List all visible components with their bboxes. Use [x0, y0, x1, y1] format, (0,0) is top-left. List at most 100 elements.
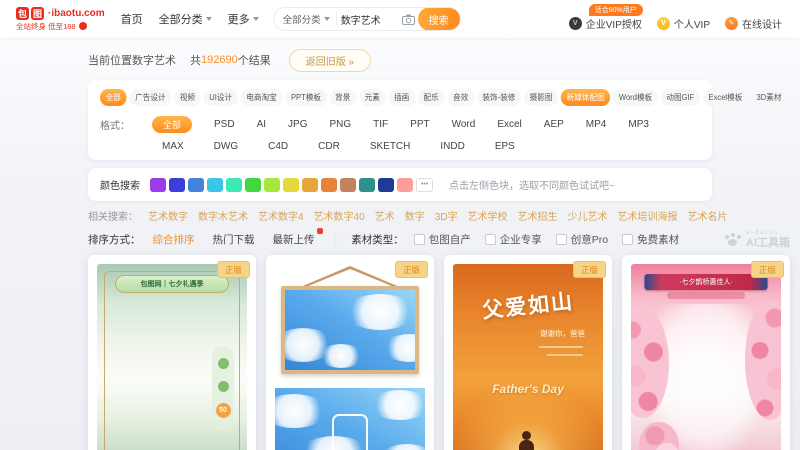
breadcrumb-location: 当前位置	[88, 52, 132, 68]
tab-ui-design[interactable]: UI设计	[204, 89, 238, 106]
result-card-qixi-pink[interactable]: 正版 ·七夕鹊桥惠佳人· 20 七夕店庆特惠	[622, 255, 790, 450]
poster-thumbnail	[275, 264, 425, 450]
related-link[interactable]: 艺术数字	[148, 208, 188, 223]
enterprise-vip-link[interactable]: V 企业VIP授权	[569, 16, 642, 31]
tab-background[interactable]: 背景	[329, 89, 356, 106]
related-link[interactable]: 数字	[405, 208, 425, 223]
format-psd[interactable]: PSD	[214, 119, 235, 130]
tab-elements[interactable]: 元素	[359, 89, 386, 106]
related-link[interactable]: 艺术招生	[517, 208, 557, 223]
result-card-qixi-green[interactable]: 正版 包图网｜七夕礼遇季 50	[88, 255, 256, 450]
tab-new-media[interactable]: 新媒体配图	[561, 89, 610, 106]
format-excel[interactable]: Excel	[497, 119, 521, 130]
tab-ecommerce[interactable]: 电商淘宝	[241, 89, 283, 106]
checkbox-icon	[556, 234, 567, 245]
sort-popular[interactable]: 热门下载	[213, 232, 255, 247]
tab-3d[interactable]: 3D素材	[751, 89, 787, 106]
sort-newest[interactable]: 最新上传	[273, 232, 315, 247]
color-swatch-lime[interactable]	[264, 178, 280, 192]
site-logo[interactable]: 包 图 ·ibaotu.com 全站终身 低至188	[16, 7, 105, 32]
color-swatch-sky[interactable]	[207, 178, 223, 192]
related-link[interactable]: 艺术培训海报	[617, 208, 677, 223]
format-dwg[interactable]: DWG	[214, 141, 238, 152]
nav-more[interactable]: 更多	[228, 11, 259, 27]
online-design-link[interactable]: ✎ 在线设计	[725, 16, 782, 31]
color-swatch-blue[interactable]	[188, 178, 204, 192]
format-word[interactable]: Word	[452, 119, 476, 130]
format-aep[interactable]: AEP	[544, 119, 564, 130]
color-swatch-brown[interactable]	[340, 178, 356, 192]
format-indd[interactable]: INDD	[440, 141, 464, 152]
color-swatch-teal[interactable]	[359, 178, 375, 192]
related-link[interactable]: 艺术学校	[467, 208, 507, 223]
tab-excel[interactable]: Excel模板	[703, 89, 748, 106]
personal-vip-link[interactable]: V 个人VIP	[657, 16, 710, 31]
tab-illustration[interactable]: 插画	[388, 89, 415, 106]
tab-ad-design[interactable]: 广告设计	[129, 89, 171, 106]
color-swatch-orange[interactable]	[321, 178, 337, 192]
format-c4d[interactable]: C4D	[268, 141, 288, 152]
tab-gif[interactable]: 动图GIF	[661, 89, 700, 106]
color-swatch-navy[interactable]	[378, 178, 394, 192]
related-link[interactable]: 艺术	[375, 208, 395, 223]
format-tif[interactable]: TIF	[373, 119, 388, 130]
related-searches: 相关搜索： 艺术数字 数字木艺术 艺术数字4 艺术数字40 艺术 数字 3D字 …	[88, 208, 800, 223]
header-right: 适合90%用户 V 企业VIP授权 V 个人VIP ✎ 在线设计	[569, 8, 790, 31]
format-mp3[interactable]: MP3	[628, 119, 649, 130]
tab-decoration[interactable]: 装饰-装修	[477, 89, 521, 106]
color-swatch-yellow[interactable]	[283, 178, 299, 192]
related-link[interactable]: 艺术数字4	[258, 208, 304, 223]
search-category-dropdown[interactable]: 全部分类	[274, 12, 337, 26]
related-link[interactable]: 艺术数字40	[314, 208, 365, 223]
format-ai[interactable]: AI	[257, 119, 266, 130]
sort-label: 排序方式：	[88, 232, 141, 247]
color-swatch-pink[interactable]	[397, 178, 413, 192]
poster-script-text: Father's Day	[453, 382, 603, 396]
format-sketch[interactable]: SKETCH	[370, 141, 411, 152]
format-cdr[interactable]: CDR	[318, 141, 340, 152]
related-link[interactable]: 艺术名片	[687, 208, 727, 223]
format-jpg[interactable]: JPG	[288, 119, 307, 130]
checkbox-enterprise[interactable]: 企业专享	[485, 232, 542, 247]
related-link[interactable]: 数字木艺术	[198, 208, 248, 223]
format-mp4[interactable]: MP4	[586, 119, 607, 130]
related-link[interactable]: 少儿艺术	[567, 208, 607, 223]
top-header: 包 图 ·ibaotu.com 全站终身 低至188 首页 全部分类 更多 全部…	[0, 0, 800, 38]
nav-home[interactable]: 首页	[121, 11, 143, 27]
back-to-old-version-button[interactable]: 返回旧版 »	[289, 49, 371, 72]
search-button[interactable]: 搜索	[418, 7, 460, 31]
checkbox-icon	[414, 234, 425, 245]
tab-video[interactable]: 视频	[174, 89, 201, 106]
color-search-hint: 点击左侧色块，选取不同颜色试试吧~	[449, 177, 615, 192]
coupon-value: 50	[216, 403, 231, 418]
sort-comprehensive[interactable]: 综合排序	[153, 232, 195, 247]
result-card-fathers-day[interactable]: 正版 父爱如山 谢谢你，爸爸 Father's Day	[444, 255, 612, 450]
format-ppt[interactable]: PPT	[410, 119, 429, 130]
search-input[interactable]	[337, 14, 402, 25]
checkbox-creative-pro[interactable]: 创意Pro	[556, 232, 608, 247]
result-card-sky-frame[interactable]: 正版	[266, 255, 434, 450]
format-max[interactable]: MAX	[162, 141, 184, 152]
nav-all-categories[interactable]: 全部分类	[159, 11, 212, 27]
tab-ppt[interactable]: PPT模板	[285, 89, 326, 106]
color-swatch-purple[interactable]	[150, 178, 166, 192]
color-swatch-indigo[interactable]	[169, 178, 185, 192]
color-swatch-amber[interactable]	[302, 178, 318, 192]
camera-search-icon[interactable]	[402, 14, 415, 25]
more-colors-button[interactable]: •••	[416, 178, 433, 192]
color-swatch-green[interactable]	[245, 178, 261, 192]
logo-domain: ·ibaotu.com	[48, 8, 105, 19]
related-link[interactable]: 3D字	[435, 208, 458, 223]
badge-dot-icon	[218, 381, 229, 392]
tab-word[interactable]: Word模板	[613, 89, 658, 106]
format-eps[interactable]: EPS	[495, 141, 515, 152]
checkbox-self-produced[interactable]: 包图自产	[414, 232, 471, 247]
tab-music[interactable]: 配乐	[418, 89, 445, 106]
format-png[interactable]: PNG	[329, 119, 351, 130]
color-swatch-mint[interactable]	[226, 178, 242, 192]
tab-photography[interactable]: 摄影图	[524, 89, 558, 106]
checkbox-free[interactable]: 免费素材	[622, 232, 679, 247]
tab-sound[interactable]: 音效	[447, 89, 474, 106]
format-all[interactable]: 全部	[152, 116, 192, 133]
tab-all[interactable]: 全部	[100, 89, 127, 106]
